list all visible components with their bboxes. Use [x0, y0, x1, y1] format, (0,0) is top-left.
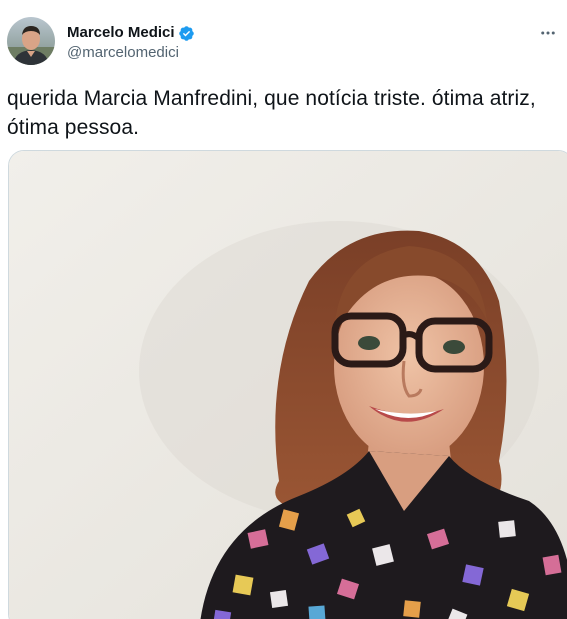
tweet-text: querida Marcia Manfredini, que notícia t…: [7, 87, 536, 139]
author-identity: Marcelo Medici @marcelomedici: [67, 23, 195, 63]
tweet: Marcelo Medici @marcelomedici querida Ma…: [0, 0, 567, 619]
more-options-icon[interactable]: [538, 23, 558, 43]
author-handle[interactable]: @marcelomedici: [67, 43, 195, 63]
name-row: Marcelo Medici: [67, 23, 195, 43]
avatar[interactable]: [7, 17, 55, 65]
author-display-name[interactable]: Marcelo Medici: [67, 23, 175, 43]
verified-badge-icon: [178, 25, 195, 42]
photo-image: [9, 151, 567, 619]
avatar-image: [7, 17, 55, 65]
tweet-header: Marcelo Medici @marcelomedici: [7, 17, 560, 69]
tweet-photo[interactable]: [8, 150, 567, 619]
